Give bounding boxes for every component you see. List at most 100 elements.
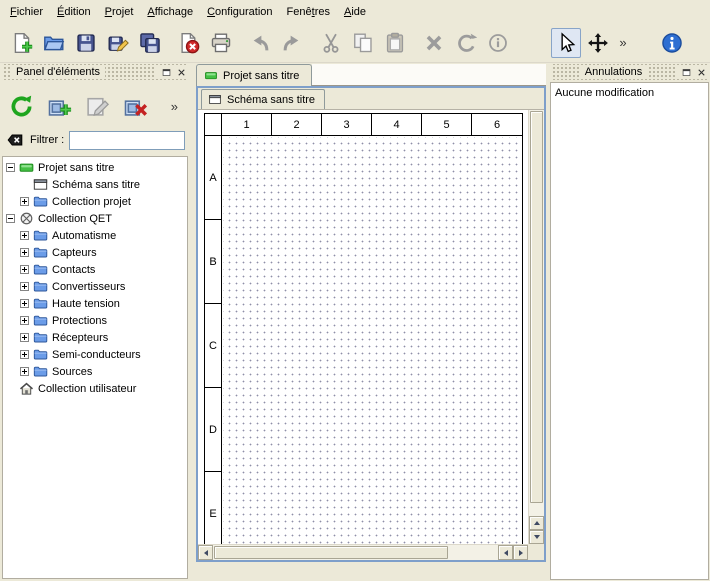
diagram-area: 123456 ABCDE <box>198 110 544 560</box>
tree-item-collection-qet[interactable]: Collection QET <box>3 210 187 227</box>
float-panel-button[interactable] <box>679 65 693 79</box>
expand-icon[interactable] <box>20 350 29 359</box>
elements-panel-titlebar[interactable]: Panel d'éléments <box>2 64 188 80</box>
collapse-icon[interactable] <box>6 214 15 223</box>
tree-item-haute-tension[interactable]: Haute tension <box>3 295 187 312</box>
scroll-up-button[interactable] <box>529 516 544 530</box>
undo-panel: Annulations Aucune modification <box>549 64 710 581</box>
expand-icon[interactable] <box>20 367 29 376</box>
cut-button[interactable] <box>316 28 346 58</box>
tree-item-label: Capteurs <box>52 247 97 259</box>
tree-item-label: Sources <box>52 366 92 378</box>
tree-item-label: Projet sans titre <box>38 162 114 174</box>
reload-collections-button[interactable] <box>6 91 36 121</box>
vertical-scrollbar[interactable] <box>528 110 544 544</box>
undo-list: Aucune modification <box>550 82 709 580</box>
tree-item-collection-projet[interactable]: Collection projet <box>3 193 187 210</box>
diagram-canvas[interactable]: 123456 ABCDE <box>198 110 528 544</box>
tree-item-projet-sans-titre[interactable]: Projet sans titre <box>3 159 187 176</box>
expand-icon[interactable] <box>20 316 29 325</box>
copy-icon <box>352 32 374 54</box>
close-panel-button[interactable] <box>694 65 708 79</box>
scroll-down-button[interactable] <box>529 530 544 544</box>
menu-fichier[interactable]: Fichier <box>3 2 50 22</box>
horizontal-scrollbar-thumb[interactable] <box>214 546 448 559</box>
project-tab[interactable]: Projet sans titre <box>196 64 312 86</box>
delete-icon <box>423 32 445 54</box>
delete-button[interactable] <box>419 28 449 58</box>
close-panel-button[interactable] <box>174 65 188 79</box>
redo-button[interactable] <box>277 28 307 58</box>
expand-icon[interactable] <box>20 333 29 342</box>
undo-panel-titlebar[interactable]: Annulations <box>551 64 708 80</box>
menu-aide[interactable]: Aide <box>337 2 373 22</box>
scroll-left-button[interactable] <box>198 545 213 560</box>
rotate-button[interactable] <box>451 28 481 58</box>
print-button[interactable] <box>206 28 236 58</box>
scroll-left-button-right[interactable] <box>498 545 513 560</box>
menu-affichage[interactable]: Affichage <box>140 2 200 22</box>
expand-icon[interactable] <box>20 299 29 308</box>
menu-configuration[interactable]: Configuration <box>200 2 279 22</box>
workspace: Projet sans titre Schéma sans titre 1234… <box>196 64 546 562</box>
filter-input[interactable] <box>69 131 185 150</box>
save-all-button[interactable] <box>135 28 165 58</box>
collapse-icon[interactable] <box>6 163 15 172</box>
rotate-icon <box>455 32 477 54</box>
tree-item-recepteurs[interactable]: Récepteurs <box>3 329 187 346</box>
new-document-button[interactable] <box>7 28 37 58</box>
elements-panel-title: Panel d'éléments <box>11 66 105 78</box>
row-headers: ABCDE <box>205 136 222 544</box>
tree-item-schema-sans-titre[interactable]: Schéma sans titre <box>3 176 187 193</box>
expand-icon[interactable] <box>20 265 29 274</box>
edit-element-button[interactable] <box>82 91 112 121</box>
scroll-right-button[interactable] <box>513 545 528 560</box>
element-info-button[interactable] <box>483 28 513 58</box>
new-element-button[interactable] <box>44 91 74 121</box>
delete-element-button[interactable] <box>120 91 150 121</box>
tree-item-sources[interactable]: Sources <box>3 363 187 380</box>
row-header-d: D <box>205 388 221 472</box>
tree-item-contacts[interactable]: Contacts <box>3 261 187 278</box>
visualisation-mode-button[interactable] <box>583 28 613 58</box>
expand-icon[interactable] <box>20 282 29 291</box>
panel-overflow-button[interactable]: » <box>165 99 184 114</box>
info-small-icon <box>487 32 509 54</box>
horizontal-scrollbar-track[interactable] <box>213 545 498 560</box>
open-project-button[interactable] <box>39 28 69 58</box>
menu-fenetres[interactable]: Fenêtres <box>280 2 337 22</box>
about-qet-button[interactable] <box>657 28 687 58</box>
tree-item-collection-utilisateur[interactable]: Collection utilisateur <box>3 380 187 397</box>
tree-item-convertisseurs[interactable]: Convertisseurs <box>3 278 187 295</box>
copy-button[interactable] <box>348 28 378 58</box>
tree-item-capteurs[interactable]: Capteurs <box>3 244 187 261</box>
menu-edition[interactable]: Édition <box>50 2 98 22</box>
save-button[interactable] <box>71 28 101 58</box>
tree-item-semi-conducteurs[interactable]: Semi-conducteurs <box>3 346 187 363</box>
folder-icon <box>33 347 48 362</box>
expand-icon[interactable] <box>20 248 29 257</box>
tree-item-label: Schéma sans titre <box>52 179 140 191</box>
clear-filter-button[interactable] <box>5 132 25 148</box>
float-panel-button[interactable] <box>159 65 173 79</box>
expand-icon[interactable] <box>20 231 29 240</box>
horizontal-scrollbar[interactable] <box>198 544 528 560</box>
project-icon <box>19 160 34 175</box>
tree-item-label: Semi-conducteurs <box>52 349 141 361</box>
undo-list-item[interactable]: Aucune modification <box>553 84 706 101</box>
expand-icon[interactable] <box>20 197 29 206</box>
close-file-button[interactable] <box>174 28 204 58</box>
vertical-scrollbar-thumb[interactable] <box>530 111 543 503</box>
selection-mode-button[interactable] <box>551 28 581 58</box>
save-as-button[interactable] <box>103 28 133 58</box>
elements-toolbar: » <box>0 80 190 128</box>
diagram-tab[interactable]: Schéma sans titre <box>201 89 325 109</box>
paste-button[interactable] <box>380 28 410 58</box>
schema-icon <box>208 93 222 106</box>
tree-item-automatisme[interactable]: Automatisme <box>3 227 187 244</box>
menu-projet[interactable]: Projet <box>98 2 141 22</box>
undo-button[interactable] <box>245 28 275 58</box>
toolbar-overflow-button[interactable]: » <box>615 28 631 58</box>
tree-item-protections[interactable]: Protections <box>3 312 187 329</box>
close-icon <box>696 67 707 78</box>
